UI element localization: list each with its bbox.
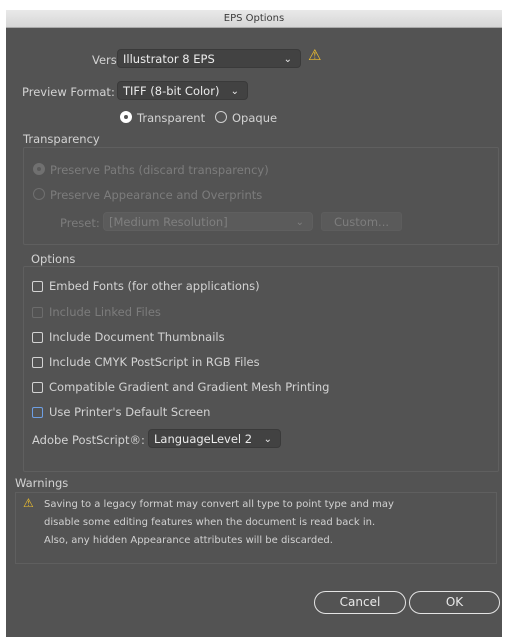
preset-value: [Medium Resolution] xyxy=(109,215,228,229)
preset-select[interactable]: [Medium Resolution] ⌄ xyxy=(103,212,313,231)
printer-default-label: Use Printer's Default Screen xyxy=(49,405,211,419)
printer-default-checkbox[interactable]: Use Printer's Default Screen xyxy=(32,405,210,419)
embed-fonts-label: Embed Fonts (for other applications) xyxy=(49,279,260,293)
include-linked-box xyxy=(32,307,43,318)
preview-format-value: TIFF (8-bit Color) xyxy=(123,84,220,98)
include-thumbnails-box xyxy=(32,332,43,343)
options-section-title: Options xyxy=(31,252,76,266)
postscript-label: Adobe PostScript®: xyxy=(32,433,145,447)
include-cmyk-box xyxy=(32,357,43,368)
radio-opaque-label: Opaque xyxy=(232,111,278,125)
custom-button[interactable]: Custom... xyxy=(321,212,402,231)
warning-triangle-icon: ⚠ xyxy=(308,46,322,64)
preview-format-select[interactable]: TIFF (8-bit Color) ⌄ xyxy=(117,81,248,100)
radio-transparent[interactable]: Transparent xyxy=(120,111,205,125)
radio-preserve-paths-indicator xyxy=(33,163,45,175)
cancel-button[interactable]: Cancel xyxy=(314,591,406,614)
version-select[interactable]: Illustrator 8 EPS ⌄ xyxy=(117,49,301,68)
warnings-section-title: Warnings xyxy=(15,476,69,490)
chevron-down-icon: ⌄ xyxy=(283,54,292,65)
warning-line-1: Saving to a legacy format may convert al… xyxy=(44,499,394,510)
include-linked-checkbox[interactable]: Include Linked Files xyxy=(32,305,161,319)
chevron-down-icon: ⌄ xyxy=(230,86,239,97)
chevron-down-icon: ⌄ xyxy=(263,434,272,445)
embed-fonts-checkbox[interactable]: Embed Fonts (for other applications) xyxy=(32,279,260,293)
embed-fonts-box xyxy=(32,281,43,292)
printer-default-box xyxy=(32,407,43,418)
include-cmyk-label: Include CMYK PostScript in RGB Files xyxy=(49,355,260,369)
postscript-level-value: LanguageLevel 2 xyxy=(154,432,253,446)
compatible-gradient-label: Compatible Gradient and Gradient Mesh Pr… xyxy=(49,380,330,394)
radio-preserve-paths-label: Preserve Paths (discard transparency) xyxy=(50,163,269,177)
compatible-gradient-checkbox[interactable]: Compatible Gradient and Gradient Mesh Pr… xyxy=(32,380,329,394)
include-cmyk-checkbox[interactable]: Include CMYK PostScript in RGB Files xyxy=(32,355,260,369)
radio-preserve-appearance-label: Preserve Appearance and Overprints xyxy=(50,188,263,202)
preview-format-label: Preview Format: xyxy=(22,85,115,99)
radio-preserve-paths[interactable]: Preserve Paths (discard transparency) xyxy=(33,163,269,177)
include-thumbnails-label: Include Document Thumbnails xyxy=(49,330,225,344)
preset-label: Preset: xyxy=(60,216,100,230)
warning-line-2: disable some editing features when the d… xyxy=(44,517,376,528)
ok-button[interactable]: OK xyxy=(409,591,500,614)
transparency-section-title: Transparency xyxy=(23,132,100,146)
window-title: EPS Options xyxy=(6,10,502,28)
radio-preserve-appearance[interactable]: Preserve Appearance and Overprints xyxy=(33,188,262,202)
warnings-box: ⚠ Saving to a legacy format may convert … xyxy=(15,492,497,564)
radio-preserve-appearance-indicator xyxy=(33,188,45,200)
postscript-level-select[interactable]: LanguageLevel 2 ⌄ xyxy=(148,429,281,448)
compatible-gradient-box xyxy=(32,382,43,393)
radio-transparent-label: Transparent xyxy=(137,111,206,125)
radio-opaque[interactable]: Opaque xyxy=(215,111,277,125)
warning-triangle-icon: ⚠ xyxy=(23,496,34,510)
warning-line-3: Also, any hidden Appearance attributes w… xyxy=(44,535,333,546)
eps-options-dialog: EPS Options Version: Illustrator 8 EPS ⌄… xyxy=(6,10,502,637)
version-value: Illustrator 8 EPS xyxy=(123,52,215,66)
include-linked-label: Include Linked Files xyxy=(49,305,161,319)
chevron-down-icon: ⌄ xyxy=(295,217,304,228)
radio-transparent-indicator xyxy=(120,111,132,123)
radio-opaque-indicator xyxy=(215,111,227,123)
include-thumbnails-checkbox[interactable]: Include Document Thumbnails xyxy=(32,330,225,344)
